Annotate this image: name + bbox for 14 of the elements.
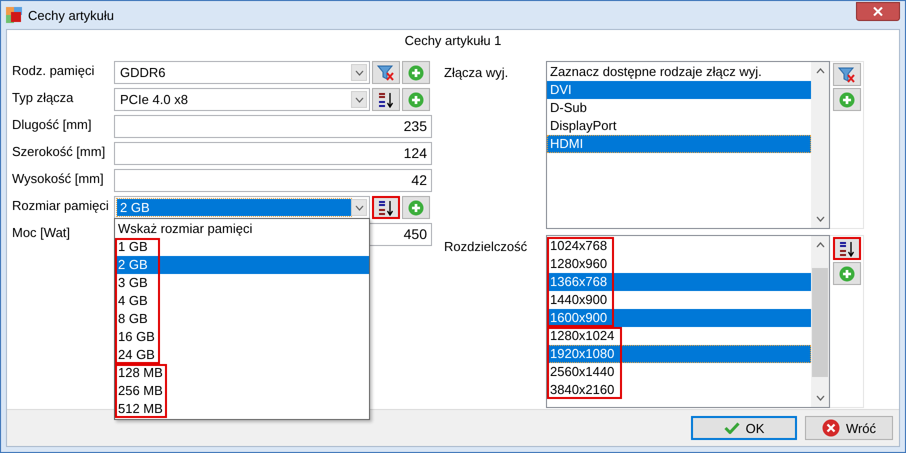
combo-value: 2 GB — [117, 199, 351, 216]
field-label: Rozmiar pamięci — [12, 197, 110, 213]
field-label: Moc [Wat] — [12, 224, 72, 240]
field-label: Szerokość [mm] — [12, 143, 106, 159]
dialog-heading: Cechy artykułu 1 — [404, 32, 502, 50]
combo-value: PCIe 4.0 x8 — [119, 91, 189, 108]
field-label: Typ złącza — [12, 89, 74, 105]
field-label: Rozdzielczość — [444, 238, 528, 254]
field-label: Rodz. pamięci — [12, 62, 96, 78]
field-label: Dlugość [mm] — [12, 116, 92, 132]
field-label: Wysokość [mm] — [12, 170, 105, 186]
window-title: Cechy artykułu — [28, 8, 114, 22]
field-label: Złącza wyj. — [444, 64, 510, 80]
combo-value: GDDR6 — [119, 64, 167, 81]
